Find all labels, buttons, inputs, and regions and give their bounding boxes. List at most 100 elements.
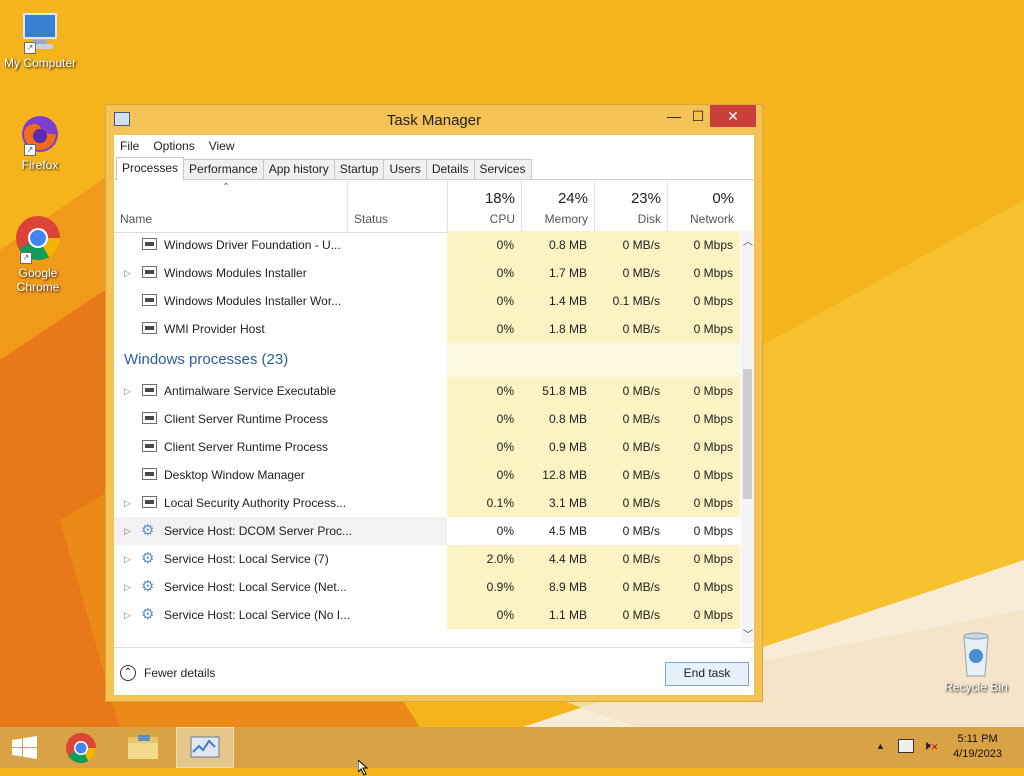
process-cpu: 0.1%	[447, 489, 521, 517]
process-row[interactable]: ▷ ⚙ Service Host: Local Service (7) 2.0% 4.4…	[114, 545, 740, 573]
taskbar-file-explorer[interactable]	[116, 727, 174, 768]
process-network: 0 Mbps	[667, 287, 740, 315]
process-row[interactable]: WMI Provider Host 0% 1.8 MB 0 MB/s 0 Mbps	[114, 315, 740, 343]
process-disk: 0 MB/s	[594, 601, 667, 629]
show-hidden-icons-icon[interactable]: ▲	[876, 741, 885, 751]
column-cpu[interactable]: 18% CPU	[447, 180, 521, 232]
expand-arrow-icon[interactable]: ▷	[124, 517, 131, 545]
process-name-cell: ▷ ⚙ Service Host: Local Service (No I...	[114, 601, 447, 629]
title-bar[interactable]: Task Manager — ☐ ✕	[106, 105, 762, 135]
desktop-icon-label: Google Chrome	[16, 266, 60, 294]
process-disk: 0 MB/s	[594, 231, 667, 259]
process-row[interactable]: ▷ Windows Modules Installer 0% 1.7 MB 0 MB/s…	[114, 259, 740, 287]
tab-details[interactable]: Details	[425, 159, 475, 179]
close-button[interactable]: ✕	[710, 105, 756, 127]
menu-view[interactable]: View	[209, 139, 235, 153]
expand-arrow-icon[interactable]: ▷	[124, 377, 131, 405]
column-status[interactable]: Status	[347, 180, 447, 232]
process-memory: 1.1 MB	[521, 601, 594, 629]
desktop-icon-chrome[interactable]: ↗ Google Chrome	[0, 214, 78, 294]
process-row[interactable]: ▷ ⚙ Service Host: Local Service (Net... 0.9…	[114, 573, 740, 601]
process-cpu: 0%	[447, 315, 521, 343]
tab-app-history[interactable]: App history	[262, 159, 335, 179]
scroll-up-icon[interactable]: ︿	[743, 233, 753, 248]
process-window-icon	[142, 412, 157, 424]
clock-date: 4/19/2023	[953, 748, 1002, 760]
process-network: 0 Mbps	[667, 405, 740, 433]
process-list: Windows Driver Foundation - U... 0% 0.8 MB…	[114, 231, 740, 643]
process-network: 0 Mbps	[667, 259, 740, 287]
menu-options[interactable]: Options	[153, 139, 194, 153]
process-cpu: 0%	[447, 517, 521, 545]
process-memory: 4.4 MB	[521, 545, 594, 573]
process-row[interactable]: ▷ ⚙ Service Host: Local Service (No I... 0%…	[114, 601, 740, 629]
fewer-details-label: Fewer details	[144, 666, 216, 680]
column-name[interactable]: ⌃ Name	[114, 180, 347, 232]
maximize-button[interactable]: ☐	[686, 105, 710, 127]
network-icon[interactable]	[898, 739, 914, 753]
expand-arrow-icon[interactable]: ▷	[124, 601, 131, 629]
process-disk: 0.1 MB/s	[594, 287, 667, 315]
menu-file[interactable]: File	[120, 139, 139, 153]
taskbar-chrome[interactable]	[58, 727, 116, 768]
column-status-label: Status	[354, 212, 389, 226]
process-name: Service Host: Local Service (Net...	[164, 580, 347, 594]
minimize-button[interactable]: —	[662, 105, 686, 127]
group-header-row[interactable]: Windows processes (23)	[114, 343, 740, 377]
process-name-cell: ▷ Windows Modules Installer	[114, 259, 447, 287]
process-name: Service Host: Local Service (7)	[164, 552, 329, 566]
process-row[interactable]: Client Server Runtime Process 0% 0.8 MB 0 M…	[114, 405, 740, 433]
tab-users[interactable]: Users	[383, 159, 427, 179]
process-disk: 0 MB/s	[594, 315, 667, 343]
expand-arrow-icon[interactable]: ▷	[124, 259, 131, 287]
process-disk: 0 MB/s	[594, 489, 667, 517]
group-cell	[521, 343, 594, 377]
desktop-icon-firefox[interactable]: ↗ Firefox	[0, 112, 80, 172]
column-network[interactable]: 0% Network	[667, 180, 740, 232]
expand-arrow-icon[interactable]: ▷	[124, 573, 131, 601]
column-header: ⌃ Name Status 18% CPU 24% Memory 23% Dis…	[114, 180, 754, 233]
process-network: 0 Mbps	[667, 433, 740, 461]
tab-performance[interactable]: Performance	[183, 159, 264, 179]
recycle-bin-icon	[956, 630, 996, 678]
column-memory[interactable]: 24% Memory	[521, 180, 594, 232]
process-row[interactable]: Client Server Runtime Process 0% 0.9 MB 0 M…	[114, 433, 740, 461]
process-cpu: 0%	[447, 461, 521, 489]
process-network: 0 Mbps	[667, 601, 740, 629]
vertical-scrollbar[interactable]: ︿ ﹀	[741, 231, 754, 643]
start-button[interactable]	[0, 727, 58, 768]
volume-muted-icon[interactable]: 🕨✕	[922, 737, 938, 754]
expand-arrow-icon[interactable]: ▷	[124, 545, 131, 573]
system-clock[interactable]: 5:11 PM 4/19/2023	[953, 732, 1002, 762]
process-cpu: 0%	[447, 287, 521, 315]
process-name: Antimalware Service Executable	[164, 384, 337, 398]
group-cell	[447, 343, 521, 377]
process-row[interactable]: ▷ Antimalware Service Executable 0% 51.8 MB…	[114, 377, 740, 405]
tab-services[interactable]: Services	[473, 159, 532, 179]
scroll-thumb[interactable]	[743, 369, 752, 499]
process-row[interactable]: ▷ ⚙ Service Host: DCOM Server Proc... 0% 4.5…	[114, 517, 740, 545]
expand-arrow-icon[interactable]: ▷	[124, 489, 131, 517]
end-task-button[interactable]: End task	[665, 662, 749, 686]
taskbar-task-manager[interactable]	[176, 727, 234, 768]
process-row[interactable]: Windows Driver Foundation - U... 0% 0.8 MB…	[114, 231, 740, 259]
process-name-cell: ▷ Local Security Authority Process...	[114, 489, 447, 517]
desktop-icon-recycle-bin[interactable]: Recycle Bin	[936, 630, 1016, 694]
scroll-down-icon[interactable]: ﹀	[743, 626, 753, 641]
process-row[interactable]: ▷ Local Security Authority Process... 0.1%…	[114, 489, 740, 517]
process-name-cell: ▷ ⚙ Service Host: Local Service (7)	[114, 545, 447, 573]
process-network: 0 Mbps	[667, 315, 740, 343]
firefox-icon: ↗	[18, 112, 62, 156]
tab-processes[interactable]: Processes	[116, 157, 185, 180]
process-cpu: 0%	[447, 377, 521, 405]
tab-startup[interactable]: Startup	[333, 159, 385, 179]
fewer-details-button[interactable]: ⌃ Fewer details	[120, 665, 215, 681]
process-disk: 0 MB/s	[594, 461, 667, 489]
process-name-cell: Client Server Runtime Process	[114, 405, 447, 433]
process-row[interactable]: Desktop Window Manager 0% 12.8 MB 0 MB/s 0 M…	[114, 461, 740, 489]
desktop-icon-my-computer[interactable]: ↗ My Computer	[0, 10, 80, 70]
process-row[interactable]: Windows Modules Installer Wor... 0% 1.4 MB…	[114, 287, 740, 315]
process-name: Local Security Authority Process...	[164, 496, 347, 510]
menu-bar: File Options View	[114, 135, 754, 157]
column-disk[interactable]: 23% Disk	[594, 180, 667, 232]
